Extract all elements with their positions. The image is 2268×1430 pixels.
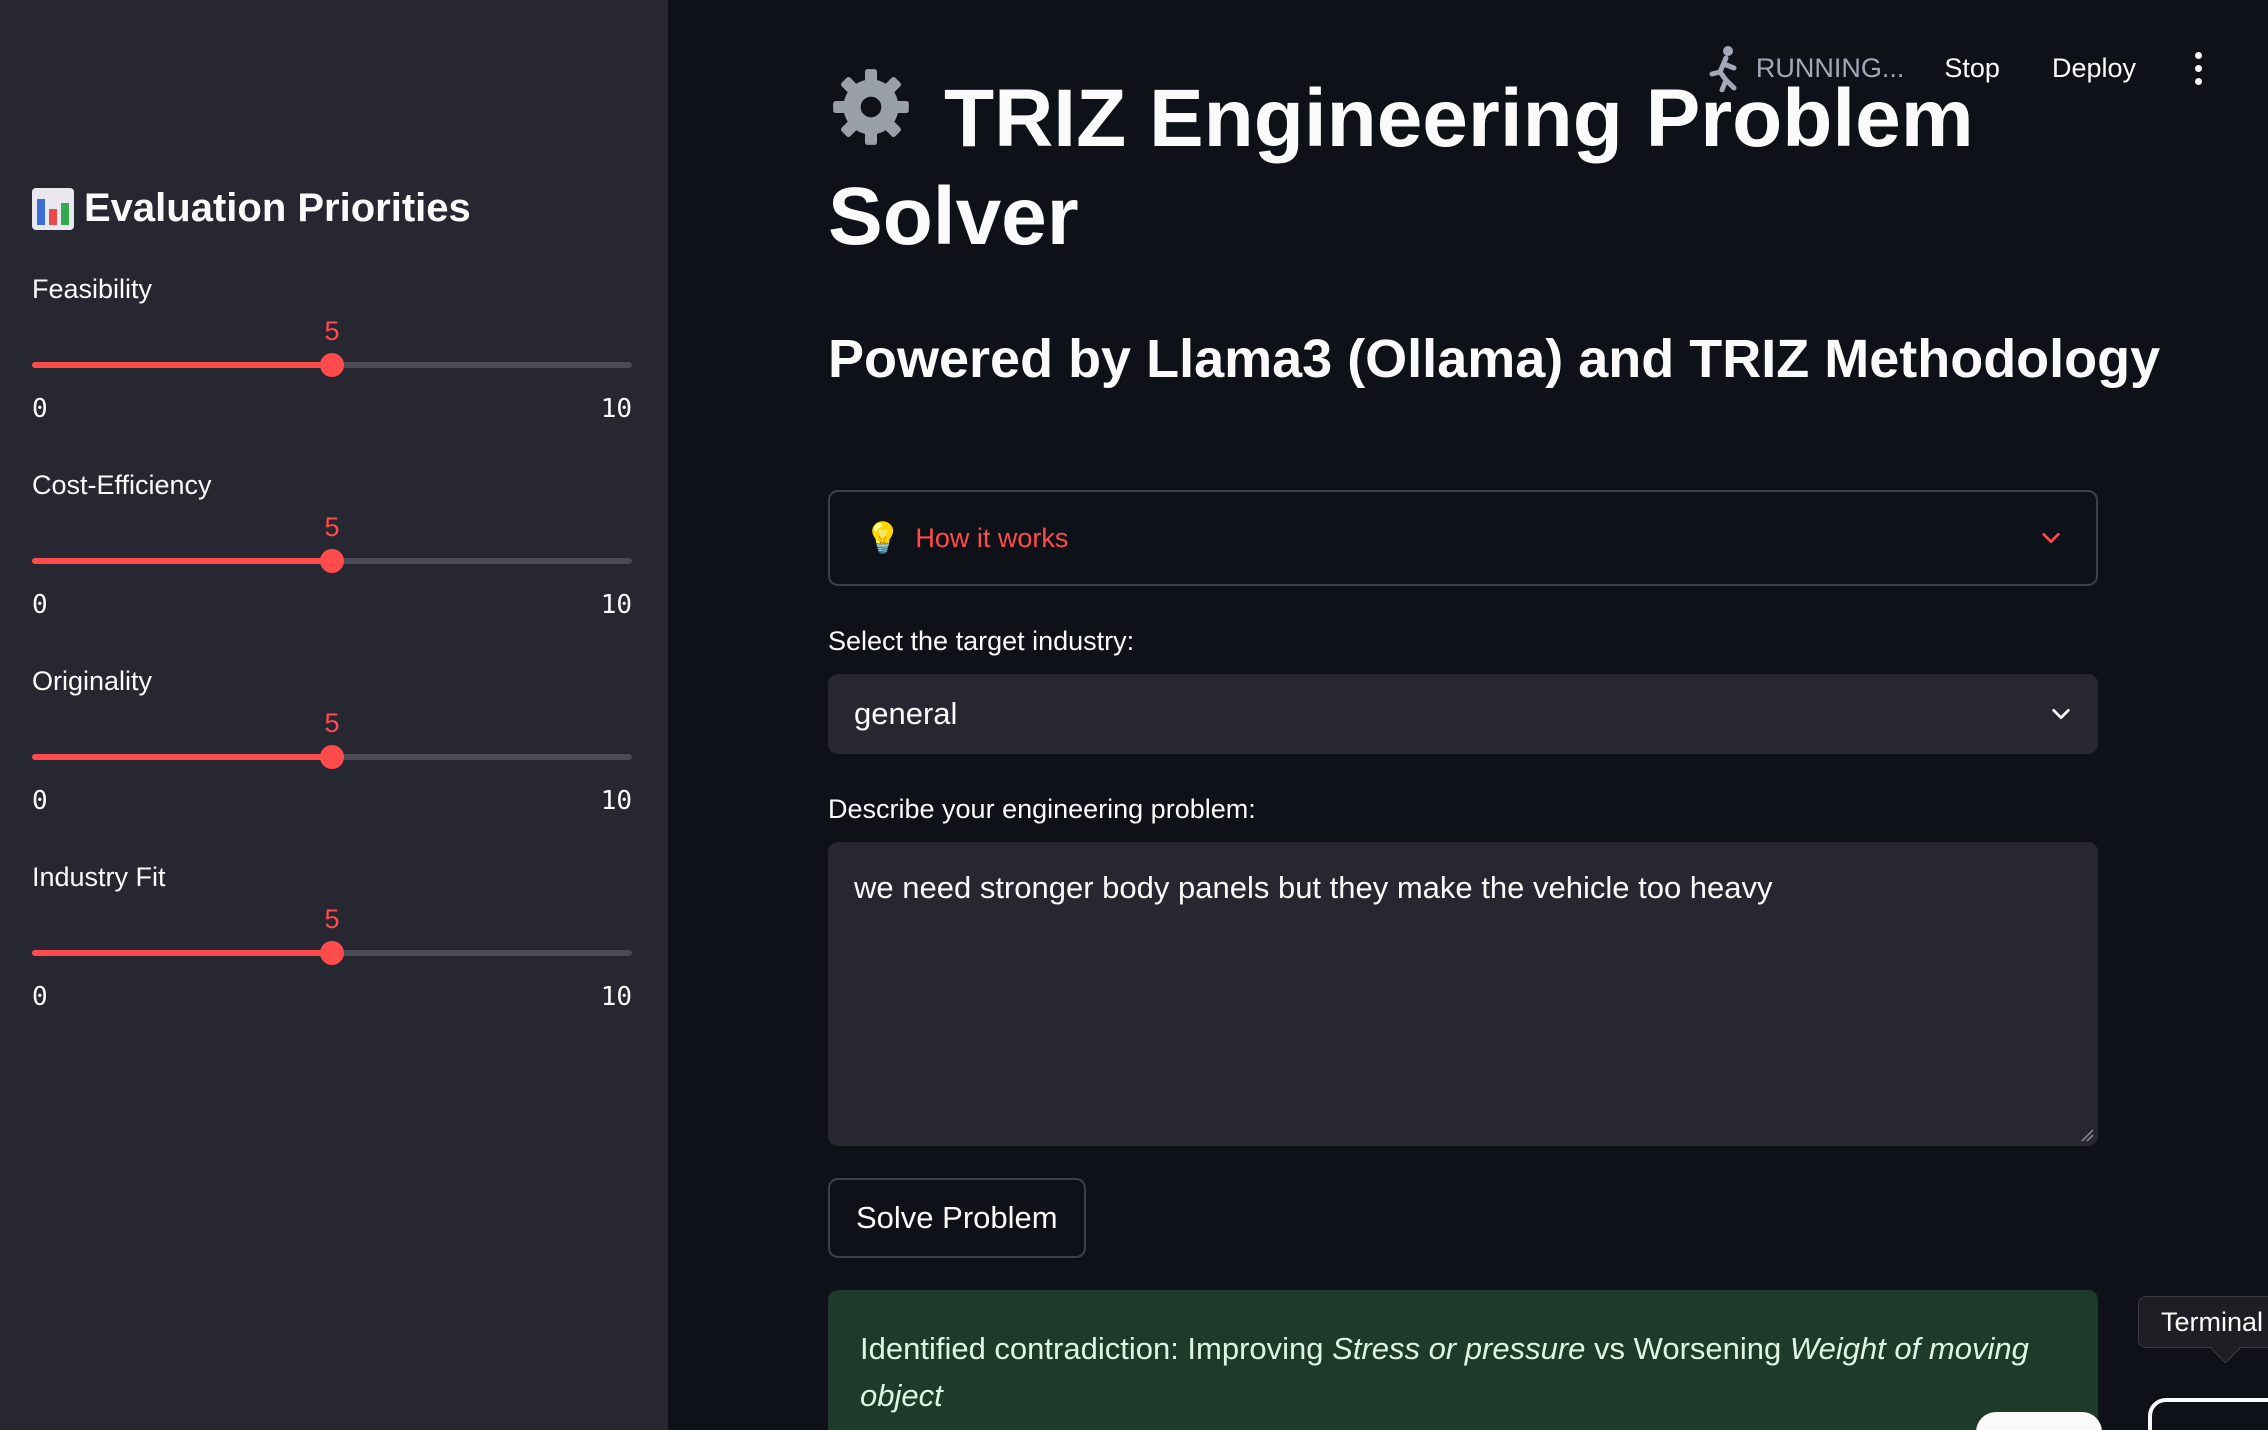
- page-title-line2: Solver: [828, 171, 1079, 262]
- resize-handle-icon[interactable]: [2080, 1128, 2094, 1142]
- expander-label: How it works: [915, 522, 1069, 553]
- alert-middle: vs Worsening: [1585, 1331, 1790, 1366]
- lightbulb-icon: 💡: [864, 521, 902, 555]
- alert-prefix: Identified contradiction: Improving: [860, 1331, 1333, 1366]
- slider-max: 10: [600, 394, 632, 424]
- industry-select-value: general: [854, 696, 958, 731]
- gear-icon: [833, 69, 909, 145]
- slider-label: Originality: [32, 666, 153, 696]
- industry-label: Select the target industry:: [828, 626, 1135, 656]
- slider-value: 5: [324, 512, 340, 542]
- slider-feasibility: Feasibility 5 0 10: [32, 274, 632, 424]
- slider-max: 10: [600, 982, 632, 1012]
- slider-track[interactable]: [32, 353, 632, 377]
- chevron-down-icon: [2042, 532, 2060, 544]
- slider-industry-fit: Industry Fit 5 0 10: [32, 862, 632, 1012]
- slider-min: 0: [32, 590, 48, 620]
- slider-label: Feasibility: [32, 274, 153, 304]
- sidebar-title-text: Evaluation Priorities: [84, 186, 471, 230]
- slider-max: 10: [600, 590, 632, 620]
- slider-min: 0: [32, 786, 48, 816]
- slider-fill: [32, 950, 332, 956]
- slider-fill: [32, 362, 332, 368]
- floating-pill[interactable]: [1976, 1412, 2102, 1430]
- alert-improving: Stress or pressure: [1332, 1331, 1586, 1366]
- slider-fill: [32, 754, 332, 760]
- solve-problem-button[interactable]: Solve Problem: [828, 1178, 1086, 1258]
- terminal-button[interactable]: [2148, 1398, 2268, 1430]
- slider-thumb[interactable]: [320, 745, 344, 769]
- chevron-down-icon: [2052, 708, 2070, 720]
- slider-track[interactable]: [32, 745, 632, 769]
- slider-fill: [32, 558, 332, 564]
- deploy-button[interactable]: Deploy: [2052, 53, 2136, 84]
- slider-thumb[interactable]: [320, 353, 344, 377]
- page-subtitle: Powered by Llama3 (Ollama) and TRIZ Meth…: [828, 329, 2161, 389]
- problem-textarea[interactable]: we need stronger body panels but they ma…: [828, 842, 2098, 1146]
- slider-min: 0: [32, 394, 48, 424]
- slider-track[interactable]: [32, 941, 632, 965]
- page-title: TRIZ Engineering Problem: [828, 64, 1974, 160]
- how-it-works-expander[interactable]: 💡 How it works: [828, 490, 2098, 586]
- app-window: Evaluation Priorities Feasibility 5 0 10…: [0, 0, 2268, 1430]
- slider-value: 5: [324, 708, 340, 738]
- slider-thumb[interactable]: [320, 941, 344, 965]
- page-title-line1: TRIZ Engineering Problem: [944, 73, 1974, 164]
- slider-cost-efficiency: Cost-Efficiency 5 0 10: [32, 470, 632, 620]
- bar-chart-icon: [32, 187, 74, 230]
- problem-textarea-value: we need stronger body panels but they ma…: [854, 870, 1773, 905]
- terminal-tooltip: Terminal: [2138, 1296, 2268, 1348]
- slider-thumb[interactable]: [320, 549, 344, 573]
- industry-select[interactable]: general: [828, 674, 2098, 754]
- slider-value: 5: [324, 904, 340, 934]
- slider-label: Industry Fit: [32, 862, 166, 892]
- slider-value: 5: [324, 316, 340, 346]
- slider-originality: Originality 5 0 10: [32, 666, 632, 816]
- more-options-icon[interactable]: [2188, 51, 2208, 85]
- slider-track[interactable]: [32, 549, 632, 573]
- sidebar: Evaluation Priorities Feasibility 5 0 10…: [0, 0, 668, 1430]
- slider-label: Cost-Efficiency: [32, 470, 212, 500]
- slider-min: 0: [32, 982, 48, 1012]
- contradiction-alert: Identified contradiction: Improving Stre…: [828, 1290, 2098, 1430]
- sidebar-title: Evaluation Priorities: [32, 186, 471, 231]
- slider-max: 10: [600, 786, 632, 816]
- problem-label: Describe your engineering problem:: [828, 794, 1256, 824]
